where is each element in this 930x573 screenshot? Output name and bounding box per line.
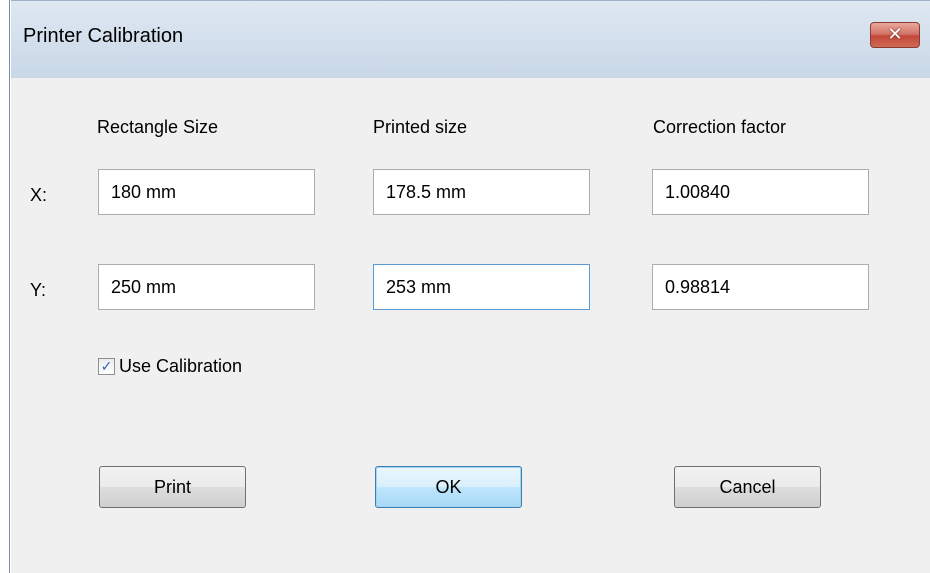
rectangle-size-header: Rectangle Size [97, 117, 219, 137]
use-calibration-option[interactable]: ✓ Use Calibration [98, 356, 242, 377]
check-mark-icon: ✓ [100, 358, 113, 375]
ok-button[interactable]: OK [375, 466, 522, 508]
close-button[interactable]: ✕ [870, 22, 920, 48]
use-calibration-label[interactable]: Use Calibration [119, 356, 242, 377]
close-icon: ✕ [887, 24, 903, 45]
x-printed-size-field[interactable]: 178.5 mm [373, 169, 590, 215]
window-border [0, 0, 11, 573]
x-row-label: X: [30, 185, 48, 205]
print-button[interactable]: Print [99, 466, 246, 508]
dialog-body: Rectangle Size Printed size Correction f… [11, 78, 930, 573]
y-rectangle-size-field[interactable]: 250 mm [98, 264, 315, 310]
cancel-button[interactable]: Cancel [674, 466, 821, 508]
printer-calibration-dialog: Printer Calibration ✕ Rectangle Size Pri… [0, 0, 930, 573]
y-row-label: Y: [30, 280, 47, 300]
y-printed-size-field[interactable]: 253 mm [373, 264, 590, 310]
correction-factor-header: Correction factor [653, 117, 787, 137]
use-calibration-checkbox[interactable]: ✓ [98, 358, 115, 375]
y-correction-factor-field[interactable]: 0.98814 [652, 264, 869, 310]
x-rectangle-size-field[interactable]: 180 mm [98, 169, 315, 215]
x-correction-factor-field[interactable]: 1.00840 [652, 169, 869, 215]
title-bar[interactable]: Printer Calibration ✕ [11, 0, 930, 78]
window-title: Printer Calibration [23, 25, 184, 47]
printed-size-header: Printed size [373, 117, 468, 137]
